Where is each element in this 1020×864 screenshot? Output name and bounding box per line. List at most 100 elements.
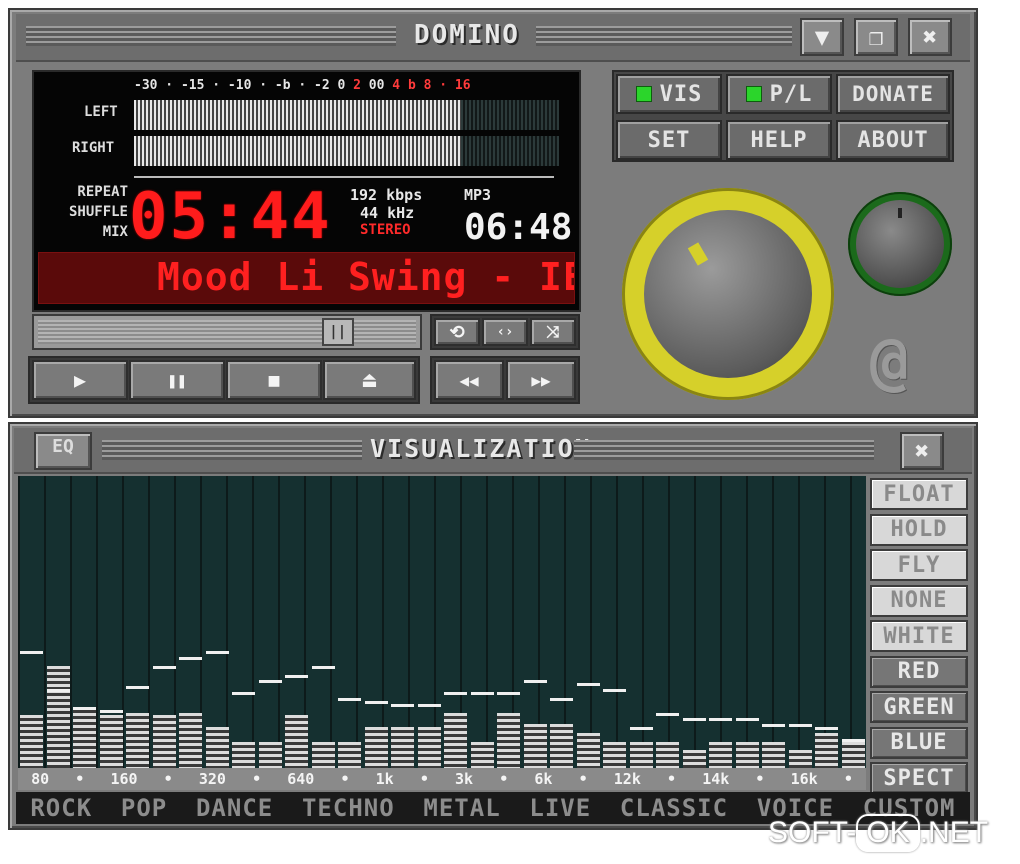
spectrum-bar <box>205 727 229 768</box>
viz-option-spect[interactable]: SPECT <box>870 762 968 794</box>
viz-option-none[interactable]: NONE <box>870 584 968 617</box>
spectrum-peak <box>497 692 520 696</box>
seek-handle[interactable]: || <box>321 318 354 346</box>
preset-live[interactable]: LIVE <box>529 794 591 822</box>
preset-pop[interactable]: POP <box>121 794 167 822</box>
next-button[interactable]: ▶▶ <box>506 360 576 400</box>
spectrum-bar <box>232 741 255 768</box>
previous-button[interactable]: ◀◀ <box>434 360 504 400</box>
spectrum-bar <box>179 712 202 768</box>
freq-label: 80 <box>31 770 50 788</box>
spectrum-peak <box>126 686 149 690</box>
spectrum-bar <box>841 741 865 768</box>
playlist-toggle-button[interactable]: P/L <box>726 74 832 114</box>
preset-classic[interactable]: CLASSIC <box>620 794 728 822</box>
vis-toggle-button[interactable]: VIS <box>616 74 722 114</box>
preset-techno[interactable]: TECHNO <box>302 794 395 822</box>
restore-button[interactable]: ❐ <box>854 18 898 56</box>
spectrum-bar <box>629 741 653 768</box>
repeat-icon: ⟲ <box>449 321 465 343</box>
viz-close-button[interactable]: ✖ <box>900 432 944 470</box>
freq-label: 16k <box>790 770 818 788</box>
seek-track[interactable] <box>38 320 416 344</box>
transport-group: ▶ ❚❚ ■ ⏏ <box>28 356 420 404</box>
spectrum-peak <box>99 709 123 713</box>
eject-icon: ⏏ <box>362 367 377 393</box>
viz-title-bar[interactable]: EQ VISUALIZATION ✖ <box>14 428 972 474</box>
spectrum-bar <box>603 741 626 768</box>
spectrum-bar <box>417 727 441 768</box>
seek-bar[interactable]: || <box>32 314 422 350</box>
preset-rock[interactable]: ROCK <box>30 794 92 822</box>
help-button[interactable]: HELP <box>726 120 832 160</box>
balance-knob-marker <box>898 208 902 218</box>
spectrum-analyzer[interactable] <box>18 476 866 768</box>
samplerate: 44 kHz <box>360 204 415 222</box>
spectrum-bar <box>364 727 388 768</box>
eject-button[interactable]: ⏏ <box>323 360 416 400</box>
frequency-scale: 80 • 160 • 320 • 640 • 1k • 3k • 6k • 12k • 14k • 16k • <box>18 768 866 790</box>
volume-knob[interactable] <box>622 188 834 400</box>
viz-option-green[interactable]: GREEN <box>870 691 968 723</box>
minimize-button[interactable]: ▼ <box>800 18 844 56</box>
repeat-indicator: REPEAT <box>77 184 128 200</box>
play-button[interactable]: ▶ <box>32 360 128 400</box>
play-icon: ▶ <box>73 368 87 392</box>
right-level-meter <box>134 136 559 166</box>
shuffle-indicator: SHUFFLE <box>68 204 128 220</box>
stop-button[interactable]: ■ <box>226 360 322 400</box>
freq-label: 160 <box>110 770 138 788</box>
freq-label: 640 <box>287 770 315 788</box>
spectrum-peak <box>232 692 255 696</box>
freq-separator: • <box>163 770 173 788</box>
balance-knob[interactable] <box>848 192 952 296</box>
shuffle-button[interactable]: ⤨ <box>530 318 576 346</box>
spectrum-bar <box>46 665 70 768</box>
donate-button[interactable]: DONATE <box>836 74 950 114</box>
preset-metal[interactable]: METAL <box>423 794 500 822</box>
balance-knob-face[interactable] <box>856 200 944 288</box>
viz-option-blue[interactable]: BLUE <box>870 726 968 759</box>
settings-button[interactable]: SET <box>616 120 722 160</box>
spectrum-peak <box>205 651 229 655</box>
spectrum-peak <box>656 712 679 716</box>
close-button[interactable]: ✖ <box>908 18 952 56</box>
viz-ridges-right <box>574 440 874 460</box>
viz-option-fly[interactable]: FLY <box>870 549 968 581</box>
spectrum-bar <box>788 750 812 768</box>
song-title: Mood Li Swing - IE <box>157 255 575 299</box>
freq-label: 12k <box>613 770 641 788</box>
next-icon: ▶▶ <box>531 370 551 390</box>
spectrum-peak <box>735 718 759 722</box>
song-title-marquee[interactable]: Mood Li Swing - IE <box>38 252 575 304</box>
crossfade-button[interactable]: ‹› <box>482 318 528 346</box>
spectrum-peak <box>285 674 308 678</box>
viz-option-float[interactable]: FLOAT <box>870 478 968 510</box>
spectrum-bar <box>152 715 176 768</box>
spectrum-peak <box>258 680 282 684</box>
site-watermark: SOFT- OK .NET <box>768 814 988 852</box>
scale-mid: 00 <box>360 78 393 93</box>
spectrum-peak <box>152 665 176 669</box>
spectrum-peak <box>682 718 706 722</box>
preset-dance[interactable]: DANCE <box>196 794 273 822</box>
eq-toggle-button[interactable]: EQ <box>34 432 92 470</box>
spectrum-bar <box>762 741 785 768</box>
title-bar[interactable]: DOMINO ▼ ❐ ✖ <box>16 14 970 62</box>
repeat-button[interactable]: ⟲ <box>434 318 480 346</box>
spectrum-peak <box>73 706 96 710</box>
viz-option-hold[interactable]: HOLD <box>870 513 968 546</box>
spectrum-bar <box>470 741 494 768</box>
viz-ridges-left <box>102 440 362 460</box>
spectrum-peak <box>46 689 70 693</box>
viz-option-white[interactable]: WHITE <box>870 620 968 652</box>
about-button[interactable]: ABOUT <box>836 120 950 160</box>
volume-knob-face[interactable] <box>644 210 812 378</box>
pause-button[interactable]: ❚❚ <box>129 360 225 400</box>
spectrum-bar <box>99 715 123 768</box>
elapsed-time[interactable]: 05:44 <box>129 180 332 254</box>
spectrum-bar <box>815 732 838 768</box>
eq-label: EQ <box>52 436 74 457</box>
spectrum-peak <box>179 657 202 661</box>
viz-option-red[interactable]: RED <box>870 655 968 688</box>
